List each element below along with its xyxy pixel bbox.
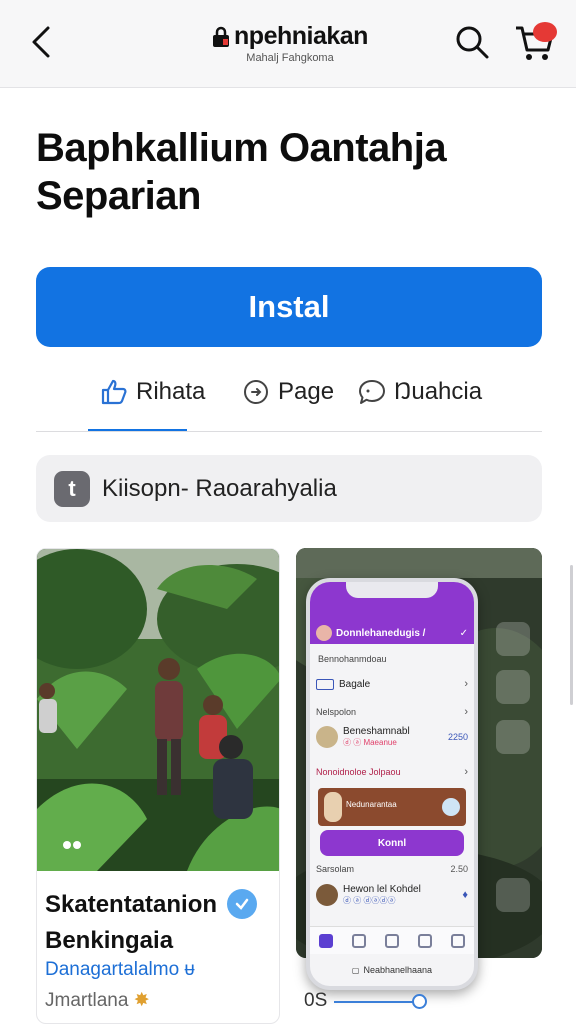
search-icon — [456, 26, 489, 59]
item-thumbnail — [316, 726, 338, 748]
phone-section-3: Sarsolam 2.50 — [316, 864, 468, 874]
screenshot-title-line-2: Benkingaia — [45, 927, 174, 954]
phone-item-1[interactable]: Beneshamnabl ⓓ ⓐ Maeanue 2250 — [316, 726, 468, 748]
phone-banner-text: Nedunarantaa — [346, 800, 397, 809]
chevron-right-icon: › — [464, 706, 468, 718]
phone-header-title: Donnlehanedugis / — [336, 627, 426, 639]
check-icon — [235, 898, 249, 910]
banner-action-icon[interactable] — [442, 798, 460, 816]
chat-action[interactable]: Ŋuahcia — [358, 372, 482, 412]
phone-section-1-label: Nelspolon — [316, 707, 357, 717]
install-button[interactable]: Instal — [36, 267, 542, 347]
phone-tag: Bennohanmdoau — [318, 654, 387, 664]
share-icon — [244, 380, 268, 404]
item-thumbnail — [316, 884, 338, 906]
lock-icon: ▢ — [351, 965, 360, 975]
phone-banner[interactable]: Nedunarantaa — [318, 788, 466, 826]
category-label: Kiisopn- Raoarahyalia — [102, 474, 337, 502]
app-title-line-1: Baphkallium Oantahja — [36, 126, 447, 170]
chat-icon — [359, 380, 385, 404]
phone-row-1[interactable]: Bagale › — [316, 678, 468, 690]
side-search-icon — [496, 622, 530, 656]
cart-badge — [533, 22, 557, 42]
phone-home-bar: ▢ Neabhanelhaana — [310, 958, 474, 982]
search-icon[interactable] — [352, 933, 367, 948]
phone-item-2[interactable]: Hewon lel Kohdel ⓓ ⓐ ⓓⓐⓓⓐ ♦ — [316, 884, 468, 906]
phone-bottom-nav — [310, 926, 474, 954]
gift-icon[interactable] — [384, 933, 399, 948]
scrollbar[interactable] — [570, 565, 573, 705]
rate-action-label: Rihata — [136, 378, 206, 405]
screenshot-photo — [37, 549, 279, 871]
screenshot-subtitle[interactable]: Danagartalalmo ᵾ — [45, 959, 195, 981]
category-icon: t — [54, 470, 90, 507]
app-title-line-2: Separian — [36, 174, 201, 218]
chat-action-label: Ŋuahcia — [394, 378, 483, 405]
screenshot-card-1[interactable]: Skatentatanion Benkingaia Danagartalalmo… — [36, 548, 280, 1024]
rate-action[interactable]: Rihata — [100, 372, 205, 412]
screenshot-author-name: Jmartlana — [45, 990, 129, 1011]
phone-section-3-label: Sarsolam — [316, 864, 355, 874]
sparkle-icon: ✸ — [133, 990, 150, 1011]
progress-label: 0S — [304, 990, 328, 1011]
category-chip[interactable]: t Kiisopn- Raoarahyalia — [36, 455, 542, 522]
top-app-bar: npehniakan Mahalj Fahgkoma — [0, 0, 576, 88]
phone-item-2-text: Hewon lel Kohdel ⓓ ⓐ ⓓⓐⓓⓐ — [343, 884, 421, 906]
progress-knob[interactable] — [412, 994, 427, 1009]
phone-row-1-label: Bagale — [339, 678, 371, 690]
screenshot-author: Jmartlana ✸ — [45, 989, 150, 1012]
jungle-photo-illustration — [37, 549, 279, 871]
side-bookmark-icon — [496, 878, 530, 912]
phone-notch — [346, 582, 438, 598]
side-cart-icon — [496, 670, 530, 704]
phone-item-1-meta: ⓓ ⓐ Maeanue — [343, 738, 397, 747]
brand-subtitle: Mahalj Fahgkoma — [246, 52, 334, 64]
active-tab-indicator — [88, 429, 187, 431]
progress-track — [334, 1001, 418, 1003]
back-button[interactable] — [28, 24, 58, 60]
side-gift-icon — [496, 720, 530, 754]
phone-item-2-meta: ⓓ ⓐ ⓓⓐⓓⓐ — [343, 896, 396, 905]
share-action[interactable]: Page — [242, 372, 334, 412]
action-row: Rihata Page Ŋuahcia — [36, 366, 542, 432]
search-button[interactable] — [452, 22, 492, 62]
phone-primary-button[interactable]: Konnl — [320, 830, 464, 856]
phone-item-1-value: 2250 — [447, 732, 468, 742]
account-icon[interactable] — [450, 933, 465, 948]
phone-item-1-text: Beneshamnabl ⓓ ⓐ Maeanue — [343, 726, 410, 748]
avatar — [316, 625, 332, 641]
lock-icon — [213, 26, 230, 47]
verified-badge — [227, 889, 257, 919]
thumbs-up-icon — [101, 379, 127, 405]
chevron-right-icon: › — [464, 678, 468, 690]
carousel-progress[interactable]: 0S — [304, 990, 434, 1014]
phone-section-1: Nelspolon › — [316, 706, 468, 718]
phone-item-1-title: Beneshamnabl — [343, 726, 410, 737]
store-logo[interactable]: npehniakan Mahalj Fahgkoma — [190, 22, 390, 70]
phone-section-2-label: Nonoidnoloe Jolpaou — [316, 767, 401, 777]
phone-home-text: Neabhanelhaana — [363, 965, 433, 975]
brand-title: npehniakan — [234, 22, 368, 50]
home-icon[interactable] — [319, 933, 334, 948]
banner-person — [324, 792, 342, 822]
phone-section-3-value: 2.50 — [450, 864, 468, 874]
ticket-icon — [316, 678, 334, 690]
chevron-right-icon: › — [464, 766, 468, 778]
app-title: Baphkallium Oantahja Separian — [36, 124, 536, 220]
phone-header: Donnlehanedugis / ✓ — [316, 624, 468, 642]
heart-icon[interactable] — [417, 933, 432, 948]
check-icon: ✓ — [459, 627, 468, 639]
phone-item-2-title: Hewon lel Kohdel — [343, 884, 421, 895]
chevron-left-icon — [32, 26, 50, 58]
phone-section-2: Nonoidnoloe Jolpaou › — [316, 766, 468, 778]
phone-mockup: Donnlehanedugis / ✓ Bennohanmdoau Bagale… — [306, 578, 478, 990]
share-action-label: Page — [278, 378, 335, 405]
phone-item-2-badge: ♦ — [462, 889, 468, 901]
